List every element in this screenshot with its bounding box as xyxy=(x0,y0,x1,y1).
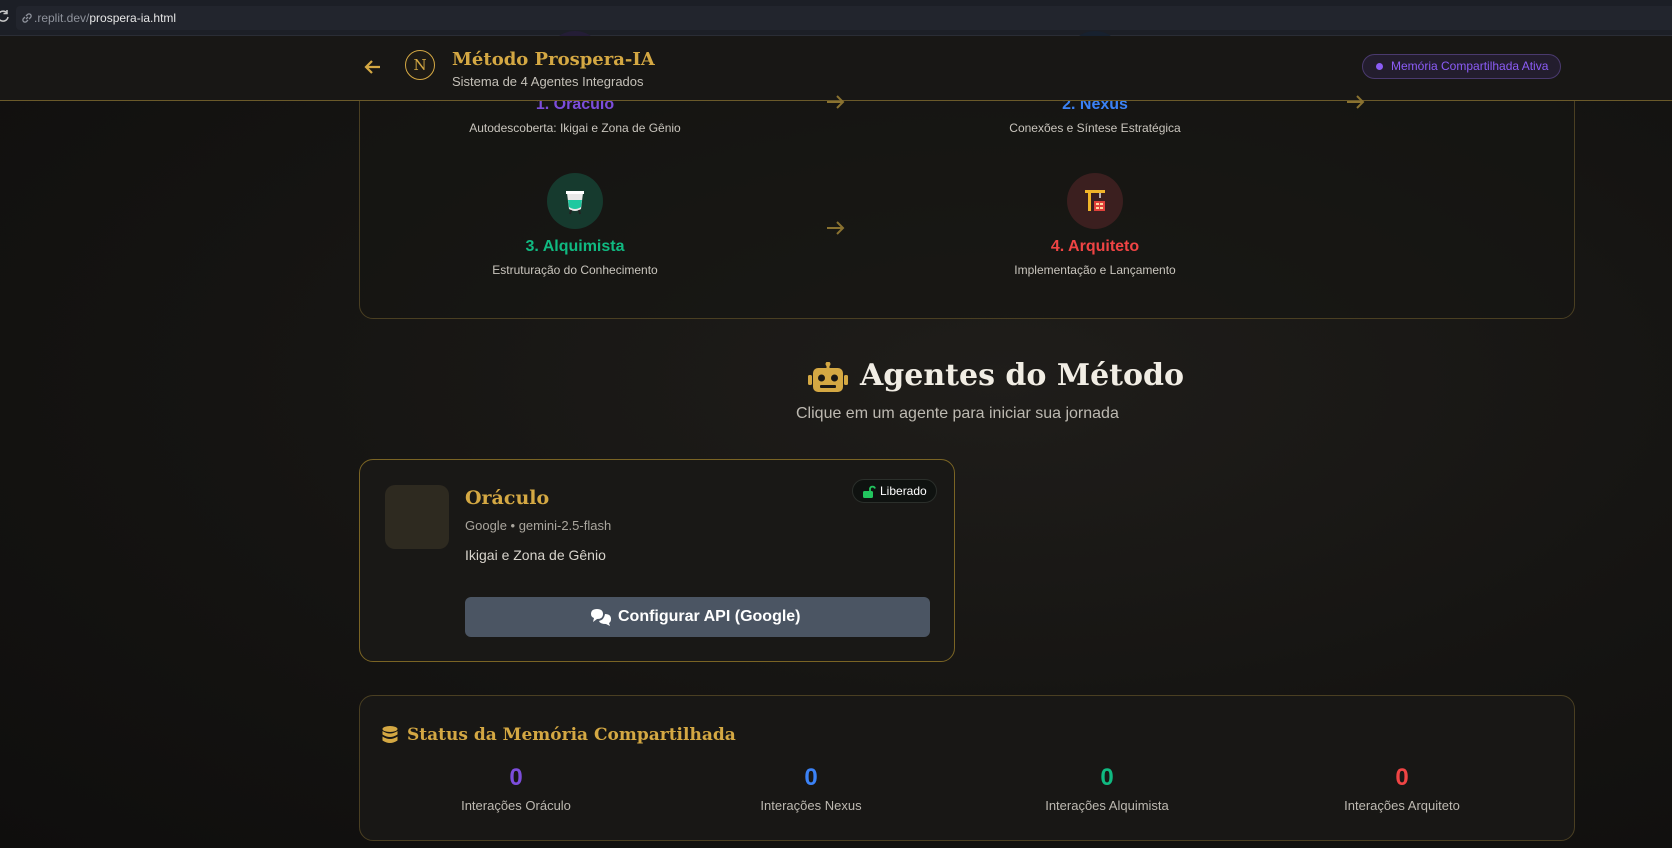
stat-oraculo: 0 Interações Oráculo xyxy=(396,764,636,813)
app-header: N Método Prospera-IA Sistema de 4 Agente… xyxy=(0,36,1672,109)
memory-badge-label: Memória Compartilhada Ativa xyxy=(1391,59,1549,73)
configure-api-button[interactable]: Configurar API (Google) xyxy=(465,597,930,637)
arrow-right-icon xyxy=(827,95,845,109)
app-subtitle: Sistema de 4 Agentes Integrados xyxy=(452,74,644,89)
stat-value: 0 xyxy=(1100,764,1114,791)
stat-alquimista: 0 Interações Alquimista xyxy=(987,764,1227,813)
method-flow-card: 1. Oráculo Autodescoberta: Ikigai e Zona… xyxy=(359,31,1575,319)
app-title: Método Prospera-IA xyxy=(452,49,655,70)
memory-status-title: Status da Memória Compartilhada xyxy=(407,725,736,745)
comments-icon xyxy=(591,609,611,626)
status-badge: Liberado xyxy=(852,479,937,503)
stat-label: Interações Nexus xyxy=(760,798,862,813)
stat-label: Interações Arquiteto xyxy=(1344,798,1460,813)
flask-icon xyxy=(547,173,603,229)
url-host: .replit.dev/ xyxy=(34,11,90,25)
database-icon xyxy=(382,726,398,743)
flow-step-desc: Autodescoberta: Ikigai e Zona de Gênio xyxy=(469,121,681,135)
stat-arquiteto: 0 Interações Arquiteto xyxy=(1282,764,1522,813)
agent-avatar xyxy=(385,485,449,549)
app-logo: N xyxy=(405,50,435,80)
arrow-right-icon xyxy=(827,221,845,235)
link-icon xyxy=(22,13,32,23)
flow-step-title: 4. Arquiteto xyxy=(1050,238,1140,255)
address-field[interactable] xyxy=(16,6,1672,30)
reload-icon[interactable] xyxy=(0,9,10,23)
status-dot-icon xyxy=(1376,63,1383,70)
agent-card-oraculo[interactable]: Oráculo Google • gemini-2.5-flash Ikigai… xyxy=(359,459,955,662)
flow-step-arquiteto[interactable]: 4. Arquiteto Implementação e Lançamento xyxy=(925,173,1265,277)
logo-letter: N xyxy=(413,56,427,74)
flow-step-desc: Conexões e Síntese Estratégica xyxy=(1009,121,1181,135)
back-arrow-icon[interactable] xyxy=(362,56,384,78)
flow-step-alquimista[interactable]: 3. Alquimista Estruturação do Conhecimen… xyxy=(405,173,745,277)
agent-name: Oráculo xyxy=(465,487,550,509)
agent-description: Ikigai e Zona de Gênio xyxy=(465,547,606,563)
stat-value: 0 xyxy=(804,764,818,791)
flow-step-desc: Implementação e Lançamento xyxy=(1014,263,1176,277)
arrow-right-icon xyxy=(1347,95,1365,109)
stat-label: Interações Alquimista xyxy=(1045,798,1169,813)
flow-step-title: 3. Alquimista xyxy=(525,238,625,255)
section-title: Agentes do Método xyxy=(860,358,1185,393)
agent-model: Google • gemini-2.5-flash xyxy=(465,518,612,533)
url-path: prospera-ia.html xyxy=(89,11,177,25)
section-subtitle: Clique em um agente para iniciar sua jor… xyxy=(796,405,1119,422)
flow-step-desc: Estruturação do Conhecimento xyxy=(492,263,658,277)
crane-icon xyxy=(1067,173,1123,229)
configure-api-label: Configurar API (Google) xyxy=(618,608,801,625)
browser-url-bar: .replit.dev/prospera-ia.html xyxy=(0,0,1672,36)
stat-value: 0 xyxy=(1395,764,1409,791)
status-label: Liberado xyxy=(880,484,927,498)
url-text[interactable]: .replit.dev/prospera-ia.html xyxy=(34,11,176,25)
stat-label: Interações Oráculo xyxy=(461,798,571,813)
memory-status-badge: Memória Compartilhada Ativa xyxy=(1362,54,1562,79)
stat-value: 0 xyxy=(509,764,523,791)
robot-icon xyxy=(808,362,848,392)
memory-status-card: Status da Memória Compartilhada 0 Intera… xyxy=(359,695,1575,841)
stat-nexus: 0 Interações Nexus xyxy=(691,764,931,813)
unlock-icon xyxy=(863,485,876,498)
